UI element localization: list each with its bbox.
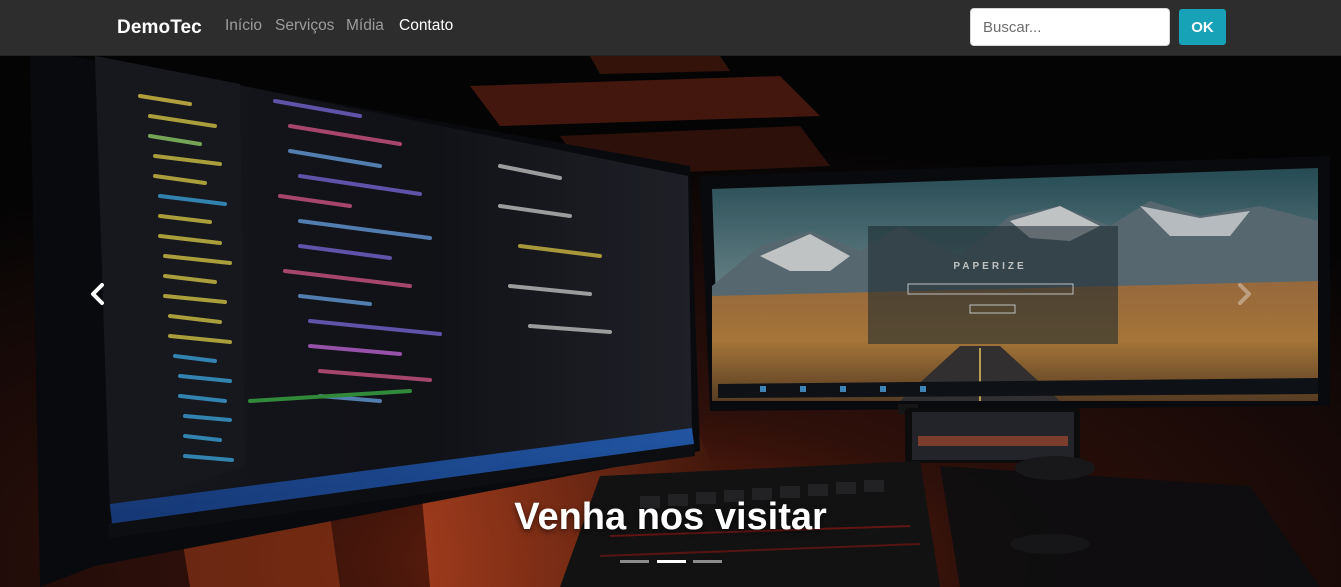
carousel-caption: Venha nos visitar: [514, 496, 827, 538]
carousel-indicator-1[interactable]: [620, 560, 649, 563]
carousel-indicator-3[interactable]: [693, 560, 722, 563]
carousel-indicator-2[interactable]: [657, 560, 686, 563]
nav-link-contato[interactable]: Contato: [399, 17, 453, 35]
nav-link-servicos[interactable]: Serviços: [275, 17, 334, 35]
navbar: DemoTec Início Serviços Mídia Contato OK: [0, 0, 1341, 56]
carousel-next-button[interactable]: [1224, 276, 1264, 312]
chevron-right-icon: [1238, 283, 1251, 305]
nav-link-inicio[interactable]: Início: [225, 17, 262, 35]
nav-link-midia[interactable]: Mídia: [346, 17, 384, 35]
hero-carousel: PAPERIZE Venha nos visitar: [0, 56, 1341, 587]
brand-logo[interactable]: DemoTec: [117, 17, 202, 39]
search-button[interactable]: OK: [1179, 9, 1226, 45]
carousel-prev-button[interactable]: [78, 276, 118, 312]
chevron-left-icon: [91, 283, 104, 305]
search-input[interactable]: [970, 8, 1170, 46]
